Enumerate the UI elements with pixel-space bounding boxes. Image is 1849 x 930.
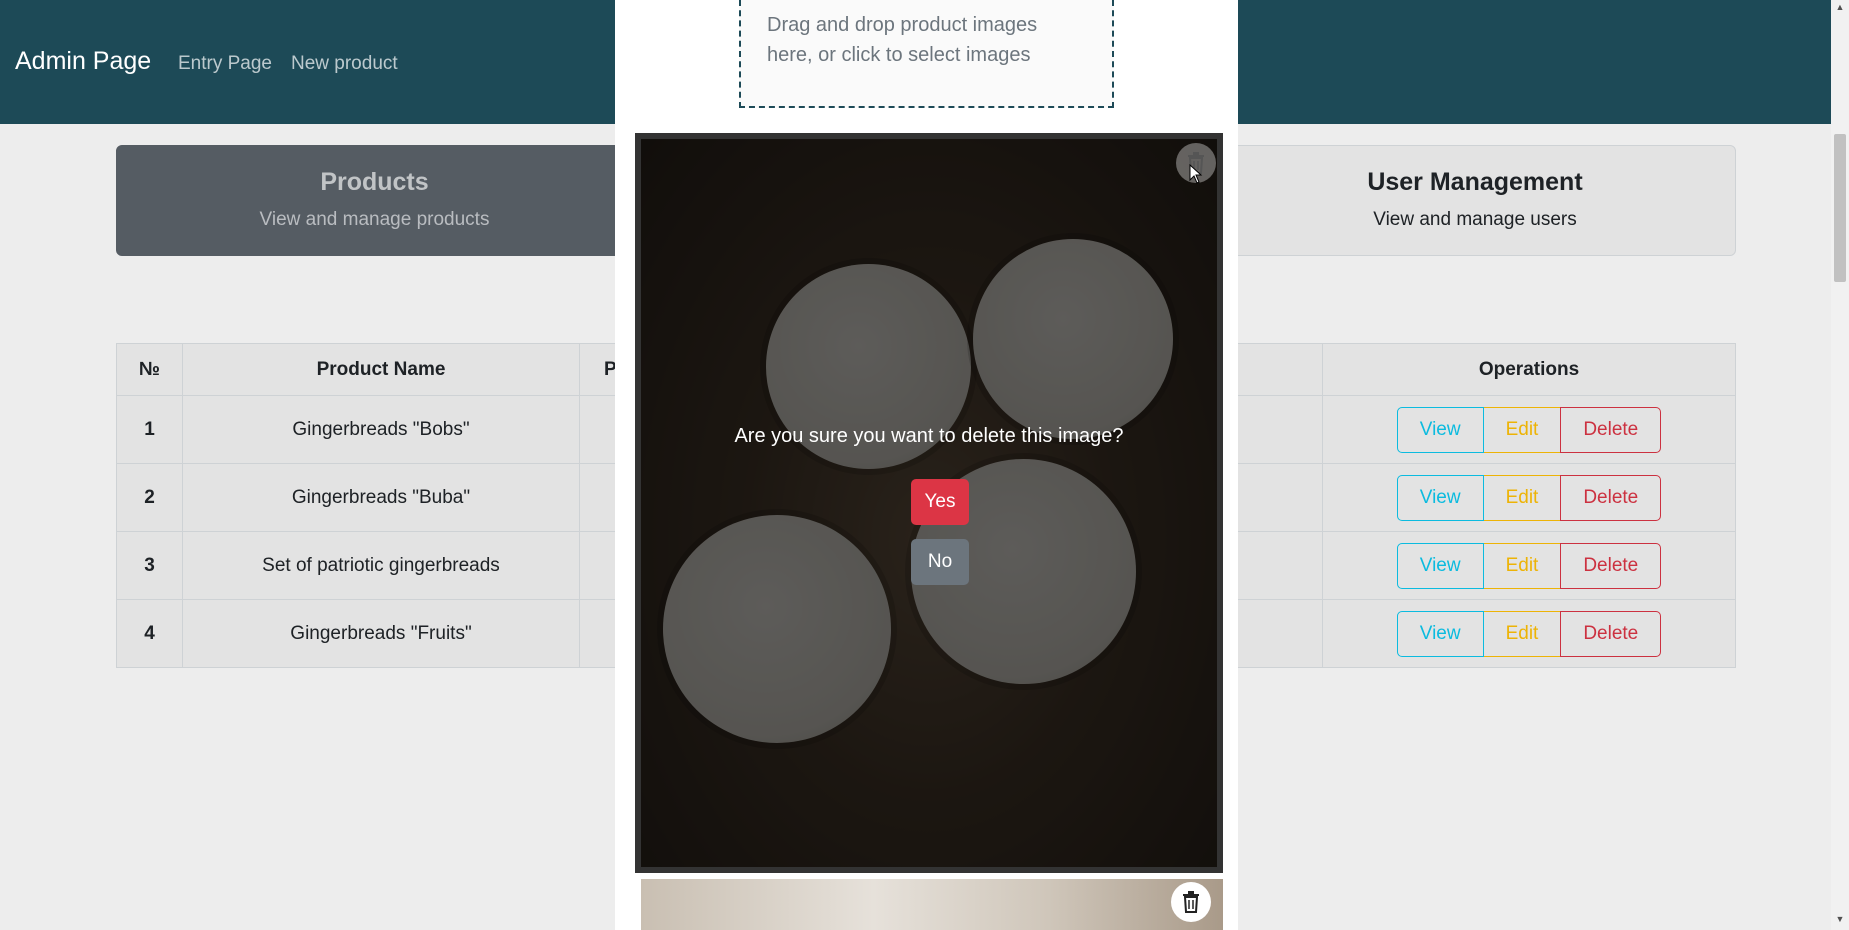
scroll-thumb[interactable] [1834, 134, 1846, 282]
nav-link-new-product[interactable]: New product [291, 53, 398, 75]
product-image-card: Are you sure you want to delete this ima… [635, 133, 1223, 873]
delete-confirm-text: Are you sure you want to delete this ima… [734, 425, 1124, 447]
edit-images-modal: Drag and drop product images here, or cl… [615, 0, 1238, 930]
trash-icon [1183, 891, 1199, 913]
confirm-no-button[interactable]: No [911, 539, 969, 585]
scroll-down-arrow-icon[interactable]: ▼ [1831, 914, 1849, 928]
page-scrollbar[interactable]: ▲ ▼ [1831, 0, 1849, 930]
mouse-cursor-icon [1189, 164, 1203, 184]
product-image-2 [641, 879, 1223, 930]
image-dropzone[interactable]: Drag and drop product images here, or cl… [739, 0, 1114, 108]
nav-link-entry-page[interactable]: Entry Page [178, 53, 272, 75]
delete-image-button-2[interactable] [1171, 882, 1211, 922]
confirm-yes-button[interactable]: Yes [911, 479, 969, 525]
brand-title[interactable]: Admin Page [15, 47, 151, 76]
scroll-up-arrow-icon[interactable]: ▲ [1831, 2, 1849, 16]
